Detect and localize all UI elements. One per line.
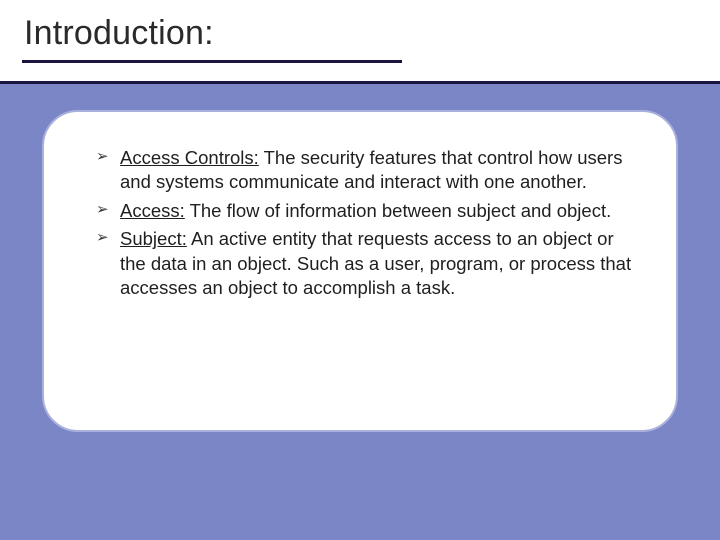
list-item: Access: The flow of information between … xyxy=(96,199,632,223)
header-panel: Introduction: xyxy=(0,0,720,84)
list-item: Subject: An active entity that requests … xyxy=(96,227,632,300)
page-title: Introduction: xyxy=(24,14,214,53)
definition: The flow of information between subject … xyxy=(185,200,611,221)
list-item: Access Controls: The security features t… xyxy=(96,146,632,195)
bullet-list: Access Controls: The security features t… xyxy=(96,146,632,300)
content-card: Access Controls: The security features t… xyxy=(42,110,678,432)
term: Access Controls: xyxy=(120,147,259,168)
title-underline xyxy=(22,60,402,63)
definition: An active entity that requests access to… xyxy=(120,228,631,298)
term: Access: xyxy=(120,200,185,221)
term: Subject: xyxy=(120,228,187,249)
